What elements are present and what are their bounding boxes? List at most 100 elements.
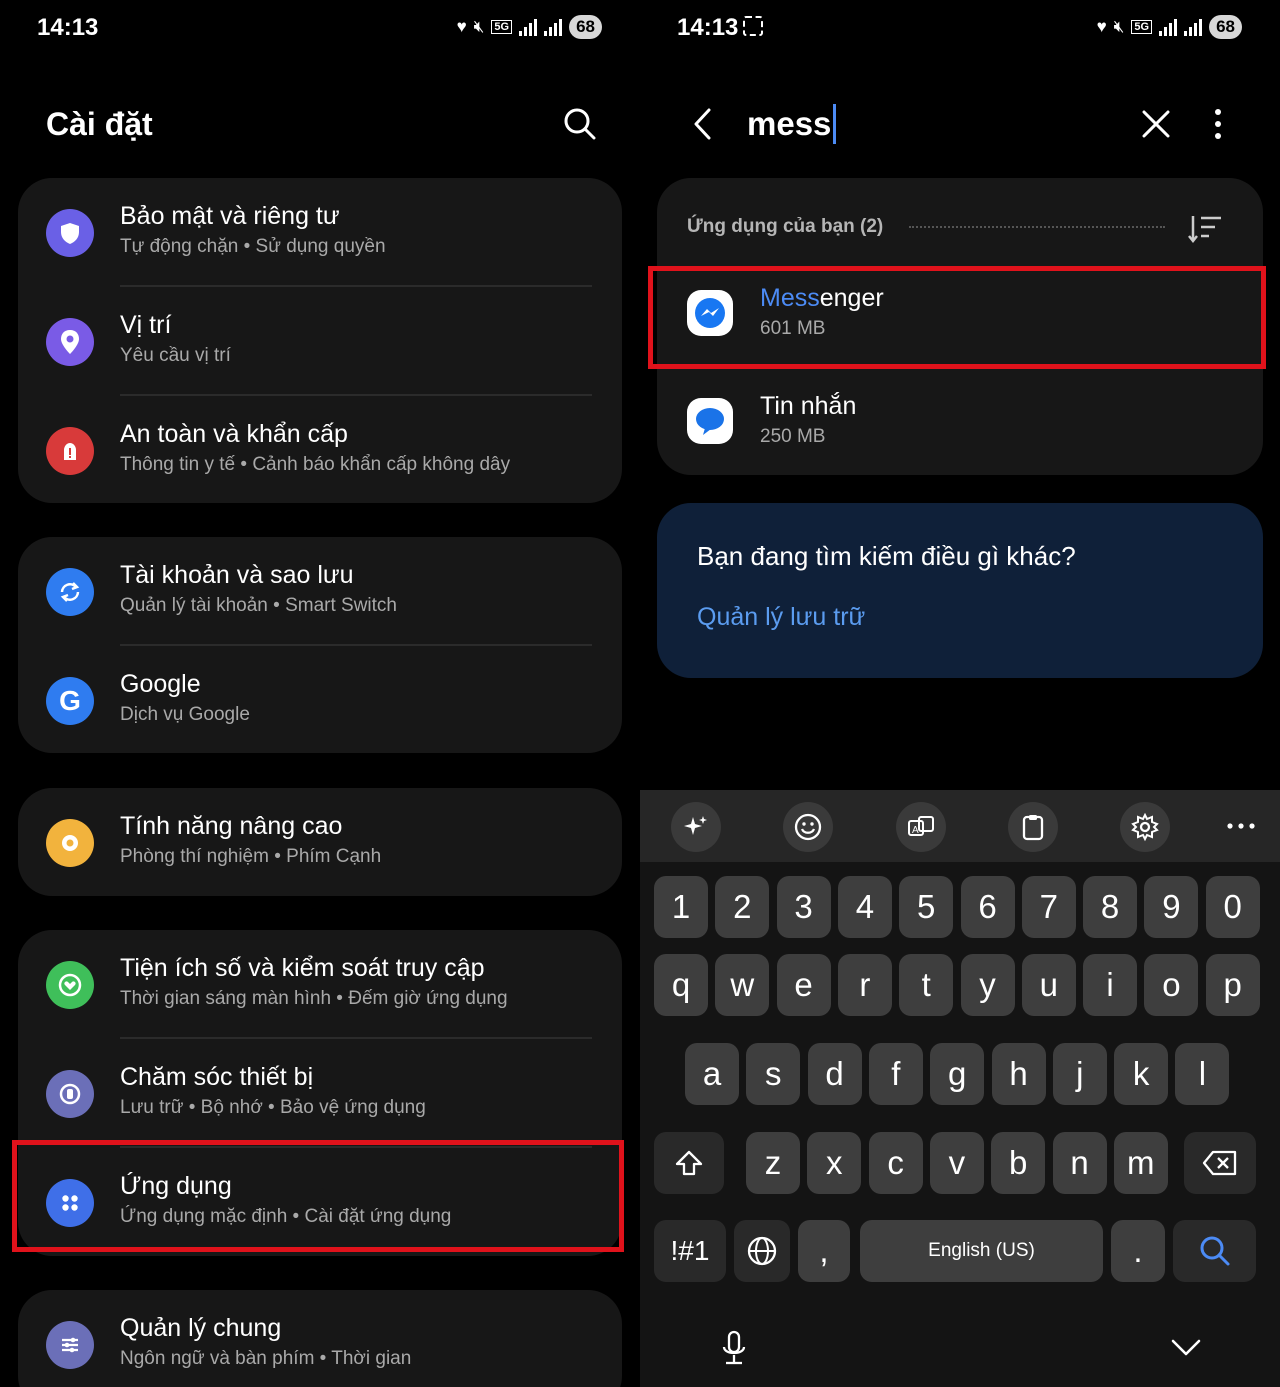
key-d[interactable]: d [807, 1043, 862, 1105]
key-5[interactable]: 5 [899, 876, 954, 938]
emoji-button[interactable] [783, 802, 833, 852]
more-options-button[interactable] [1200, 104, 1236, 144]
key-w[interactable]: w [715, 954, 770, 1016]
key-1[interactable]: 1 [654, 876, 708, 938]
key-o[interactable]: o [1144, 954, 1199, 1016]
key-t[interactable]: t [899, 954, 954, 1016]
key-r[interactable]: r [837, 954, 892, 1016]
microphone-icon [722, 1330, 746, 1365]
settings-item-general-management[interactable]: Quản lý chung Ngôn ngữ và bàn phím • Thờ… [18, 1290, 622, 1387]
item-subtitle: Lưu trữ • Bộ nhớ • Bảo vệ ứng dụng [120, 1097, 426, 1118]
settings-item-digital-wellbeing[interactable]: Tiện ích số và kiểm soát truy cập Thời g… [18, 930, 622, 1039]
settings-item-google[interactable]: G Google Dịch vụ Google [18, 646, 622, 753]
heart-icon: ♥ [1096, 17, 1107, 36]
clipboard-button[interactable] [1008, 802, 1058, 852]
network-5g-icon: 5G [491, 20, 513, 34]
key-j[interactable]: j [1052, 1043, 1107, 1105]
key-2[interactable]: 2 [715, 876, 770, 938]
key-f[interactable]: f [868, 1043, 923, 1105]
item-title: Bảo mật và riêng tư [120, 202, 340, 230]
symbols-key[interactable]: !#1 [654, 1220, 726, 1282]
results-section-label: Ứng dụng của bạn (2) [687, 216, 884, 237]
key-v[interactable]: v [929, 1132, 984, 1194]
translate-button[interactable]: A [896, 802, 946, 852]
hide-keyboard-button[interactable] [1168, 1332, 1204, 1362]
settings-item-safety-emergency[interactable]: An toàn và khẩn cấp Thông tin y tế • Cản… [18, 396, 622, 503]
status-icons: ♥ 🔇︎ 5G 68 [1097, 15, 1242, 39]
key-a[interactable]: a [685, 1043, 739, 1105]
clear-search-button[interactable] [1136, 104, 1176, 144]
key-h[interactable]: h [991, 1043, 1046, 1105]
device-care-icon [46, 1070, 94, 1118]
key-6[interactable]: 6 [960, 876, 1015, 938]
search-input[interactable]: mess [747, 104, 837, 144]
more-vertical-icon [1215, 109, 1221, 139]
key-8[interactable]: 8 [1083, 876, 1138, 938]
key-c[interactable]: c [868, 1132, 923, 1194]
comma-key[interactable]: , [798, 1220, 850, 1282]
key-9[interactable]: 9 [1144, 876, 1199, 938]
backspace-key[interactable] [1184, 1132, 1256, 1194]
item-subtitle: Dịch vụ Google [120, 704, 250, 725]
key-4[interactable]: 4 [837, 876, 892, 938]
language-key[interactable] [734, 1220, 790, 1282]
back-button[interactable] [684, 104, 724, 144]
key-p[interactable]: p [1205, 954, 1260, 1016]
chevron-down-icon [1171, 1339, 1201, 1356]
key-n[interactable]: n [1052, 1132, 1107, 1194]
dotted-separator [909, 226, 1165, 228]
key-z[interactable]: z [746, 1132, 800, 1194]
key-s[interactable]: s [746, 1043, 801, 1105]
signal-icon-2 [1184, 18, 1203, 36]
settings-group-advanced: Tính năng nâng cao Phòng thí nghiệm • Ph… [18, 788, 622, 896]
space-key[interactable]: English (US) [860, 1220, 1103, 1282]
key-g[interactable]: g [930, 1043, 985, 1105]
sort-button[interactable] [1187, 212, 1225, 246]
page-title: Cài đặt [46, 106, 153, 142]
key-b[interactable]: b [991, 1132, 1046, 1194]
key-q[interactable]: q [654, 954, 708, 1016]
key-k[interactable]: k [1114, 1043, 1169, 1105]
settings-item-accounts-backup[interactable]: Tài khoản và sao lưu Quản lý tài khoản •… [18, 537, 622, 646]
heart-icon: ♥ [456, 17, 467, 36]
shift-key[interactable] [654, 1132, 724, 1194]
key-7[interactable]: 7 [1021, 876, 1076, 938]
period-key[interactable]: . [1111, 1220, 1165, 1282]
key-0[interactable]: 0 [1205, 876, 1260, 938]
other-question: Bạn đang tìm kiếm điều gì khác? [697, 541, 1076, 571]
manage-storage-link[interactable]: Quản lý lưu trữ [697, 603, 865, 632]
item-title: Google [120, 670, 201, 698]
settings-item-security-privacy[interactable]: Bảo mật và riêng tư Tự động chặn • Sử dụ… [18, 178, 622, 287]
search-key[interactable] [1173, 1220, 1256, 1282]
settings-item-device-care[interactable]: Chăm sóc thiết bị Lưu trữ • Bộ nhớ • Bảo… [18, 1039, 622, 1148]
status-time: 14:13 [677, 14, 739, 41]
gear-icon [1131, 812, 1159, 842]
status-time: 14:13 [37, 14, 99, 41]
keyboard: A 1234567890 qwertyuiop asdfghjkl zxcvbn… [640, 790, 1280, 1387]
ai-sparkle-button[interactable] [671, 802, 721, 852]
key-3[interactable]: 3 [776, 876, 831, 938]
search-button[interactable] [560, 104, 600, 144]
key-y[interactable]: y [960, 954, 1015, 1016]
key-m[interactable]: m [1113, 1132, 1168, 1194]
settings-item-advanced-features[interactable]: Tính năng nâng cao Phòng thí nghiệm • Ph… [18, 788, 622, 896]
sort-icon [1188, 216, 1221, 244]
svg-text:A: A [912, 825, 919, 836]
location-pin-icon [46, 318, 94, 366]
item-title: Tính năng nâng cao [120, 812, 343, 840]
settings-item-location[interactable]: Vị trí Yêu cầu vị trí [18, 287, 622, 396]
key-i[interactable]: i [1083, 954, 1138, 1016]
key-x[interactable]: x [807, 1132, 862, 1194]
voice-input-button[interactable] [716, 1328, 752, 1368]
app-size: 250 MB [760, 426, 826, 447]
key-u[interactable]: u [1021, 954, 1076, 1016]
backspace-icon [1202, 1150, 1237, 1176]
key-e[interactable]: e [776, 954, 831, 1016]
toolbar-more-button[interactable] [1224, 812, 1258, 840]
item-subtitle: Yêu cầu vị trí [120, 345, 231, 366]
key-l[interactable]: l [1175, 1043, 1230, 1105]
status-bar: 14:13 ♥ 🔇︎ 5G 68 [0, 12, 640, 46]
keyboard-settings-button[interactable] [1120, 802, 1170, 852]
result-app-messages[interactable]: Tin nhắn 250 MB [657, 372, 1263, 478]
item-title: Quản lý chung [120, 1314, 282, 1342]
